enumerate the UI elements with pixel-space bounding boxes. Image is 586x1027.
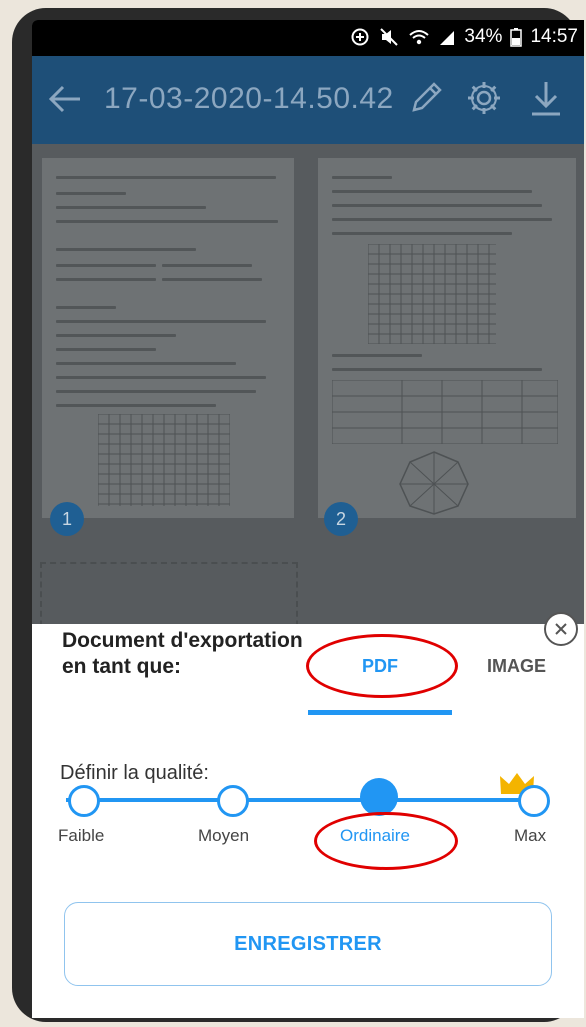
quality-label-max[interactable]: Max [514, 826, 546, 846]
gear-icon[interactable] [464, 78, 504, 118]
app-bar: 17-03-2020-14.50.42 [32, 56, 584, 144]
clock: 14:57 [530, 26, 578, 47]
quality-option-ordinaire[interactable] [360, 778, 398, 816]
page-thumbnail-2[interactable] [318, 158, 576, 518]
save-button[interactable]: ENREGISTRER [64, 902, 552, 986]
pencil-icon[interactable] [406, 78, 446, 118]
page-number-badge: 1 [50, 502, 84, 536]
quality-option-max[interactable] [518, 785, 550, 817]
document-title: 17-03-2020-14.50.42 [104, 82, 394, 115]
page-number-badge: 2 [324, 502, 358, 536]
tab-selected-indicator [308, 710, 452, 715]
signal-icon [440, 31, 455, 45]
quality-option-faible[interactable] [68, 785, 100, 817]
page-thumbnail-1[interactable] [42, 158, 294, 518]
back-arrow-icon[interactable] [44, 78, 86, 120]
quality-label-moyen[interactable]: Moyen [198, 826, 249, 846]
quality-label: Définir la qualité: [60, 762, 209, 784]
close-icon[interactable] [544, 612, 578, 646]
wifi-icon [409, 30, 430, 45]
mute-icon [380, 28, 399, 46]
status-bar: 34% 14:57 [32, 20, 584, 56]
data-saver-icon [351, 28, 369, 46]
battery-icon [510, 28, 523, 47]
status-icons: 34% 14:57 [350, 26, 578, 48]
quality-option-moyen[interactable] [217, 785, 249, 817]
annotation-circle-ordinaire [314, 812, 458, 870]
quality-slider-track[interactable] [66, 798, 546, 802]
screen: 34% 14:57 17-03-2020-14.50.42 1 2 Docume… [32, 20, 584, 1018]
battery-percent: 34% [464, 26, 503, 47]
download-icon[interactable] [526, 78, 566, 118]
quality-label-faible[interactable]: Faible [58, 826, 104, 846]
document-preview-area: 1 2 [32, 144, 584, 624]
tab-image[interactable]: IMAGE [487, 656, 546, 677]
export-as-label: Document d'exportation en tant que: [62, 629, 303, 678]
annotation-circle-pdf [306, 634, 458, 698]
